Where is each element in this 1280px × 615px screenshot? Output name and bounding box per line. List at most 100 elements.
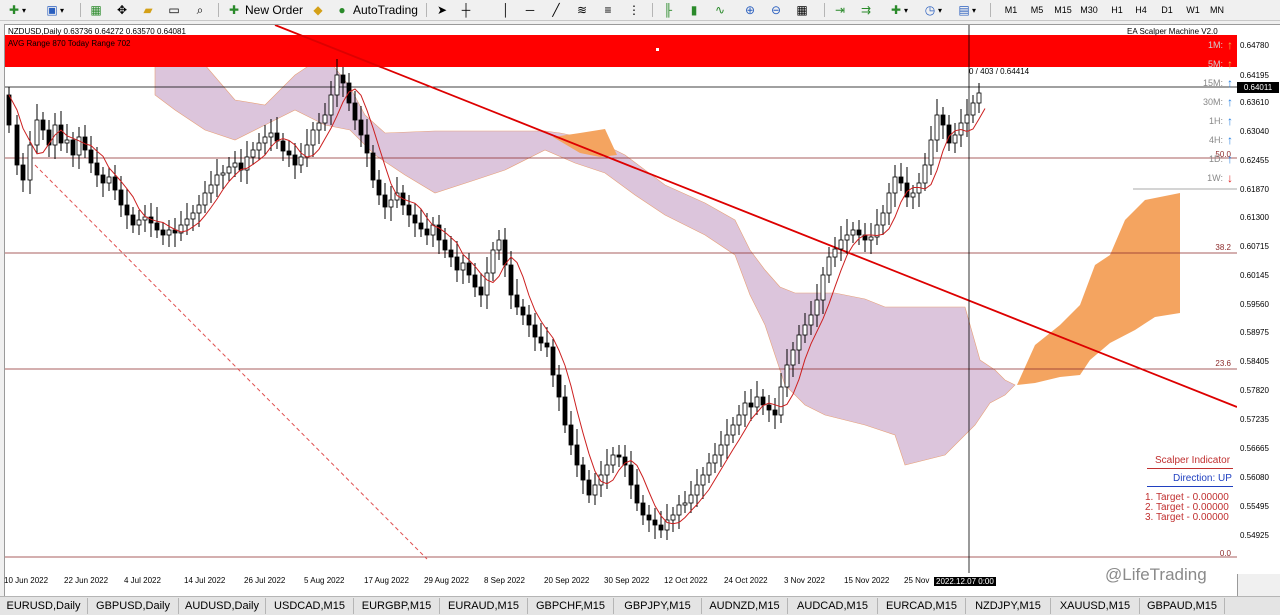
date-tick-label: 10 Jun 2022 [4,576,49,585]
candle-bearish [766,404,772,411]
candle-bearish [508,264,514,296]
date-tick-label: 25 Nov [904,576,930,585]
fibo-fan-tool[interactable]: ⋮ [626,1,642,19]
trendline-icon: ╱ [552,3,560,17]
scalper-divider [1147,468,1233,469]
candle-bearish [20,164,26,181]
templates-button[interactable]: ▤ ▾ [956,1,976,19]
data-window-button[interactable]: ▰ [140,1,156,19]
candle-bullish [334,74,340,96]
candle-bullish [604,464,610,476]
tile-windows-button[interactable]: ▦ [794,1,810,19]
chart-tab[interactable]: GBPUSD,Daily [88,598,179,614]
candle-bullish [214,174,220,186]
candle-bearish [652,519,658,526]
candle-bullish [712,454,718,464]
arrow-up-icon: ↑ [1227,114,1233,128]
chart-tab[interactable]: XAUUSD,M15 [1051,598,1140,614]
autoscroll-button[interactable]: ⇉ [858,1,874,19]
bar-chart-button[interactable]: ╟ [660,1,676,19]
candle-bullish [610,454,616,466]
candle-bullish [718,444,724,456]
fibonacci-tool[interactable]: ≡ [600,1,616,19]
fibo-fan-icon: ⋮ [628,3,640,17]
date-tick-label: 3 Nov 2022 [784,576,825,585]
timeframe-w1[interactable]: W1 [1182,2,1204,18]
price-scale[interactable]: 0.64780 0.64195 0.63610 0.63040 0.62455 0.618… [1237,24,1280,574]
symbol-info: NZDUSD,Daily 0.63736 0.64272 0.63570 0.6… [8,27,186,36]
timeframe-m15[interactable]: M15 [1052,2,1074,18]
timeframe-m30[interactable]: M30 [1078,2,1100,18]
chart-tab[interactable]: GBPCHF,M15 [528,598,614,614]
terminal-button[interactable]: ▭ [166,1,182,19]
candle-bearish [346,82,352,104]
tester-button[interactable]: ⌕ [192,1,208,19]
candle-bearish [640,502,646,516]
candle-chart-button[interactable]: ▮ [686,1,702,19]
cursor-icon: ➤ [436,3,448,17]
candle-bearish [352,102,358,121]
chart-tab[interactable]: GBPAUD,M15 [1140,598,1225,614]
chart-window[interactable]: NZDUSD,Daily 0.63736 0.64272 0.63570 0.6… [4,24,1238,598]
candle-bearish [580,464,586,481]
chart-shift-button[interactable]: ⇥ [832,1,848,19]
crosshair-icon: ┼ [461,3,471,17]
candle-bearish [622,456,628,466]
chart-tab[interactable]: EURCAD,M15 [878,598,966,614]
autotrading-button[interactable]: ● AutoTrading [334,1,418,19]
profiles-button[interactable]: ▣ ▾ [44,1,64,19]
date-tick-label: 17 Aug 2022 [364,576,409,585]
candle-bullish [304,144,310,158]
candle-bullish [184,218,190,226]
chart-tab[interactable]: USDCAD,M15 [266,598,354,614]
indicators-button[interactable]: ✚ ▾ [888,1,908,19]
chart-tab[interactable]: EURUSD,Daily [0,598,88,614]
chart-tab[interactable]: NZDJPY,M15 [966,598,1051,614]
candle-bullish [886,192,892,214]
chart-tab[interactable]: EURGBP,M15 [354,598,440,614]
chart-tab[interactable]: AUDUSD,Daily [179,598,266,614]
chart-tab[interactable]: EURAUD,M15 [440,598,528,614]
crosshair-tool[interactable]: ┼ [458,1,474,19]
market-watch-button[interactable]: ▦ [88,1,104,19]
channel-tool[interactable]: ≋ [574,1,590,19]
chart-tab[interactable]: AUDCAD,M15 [788,598,878,614]
navigator-button[interactable]: ✥ [114,1,130,19]
candle-bullish [328,94,334,116]
timeframe-m1[interactable]: M1 [1000,2,1022,18]
timeframe-h4[interactable]: H4 [1130,2,1152,18]
chart-tab[interactable]: GBPJPY,M15 [614,598,702,614]
zoom-out-button[interactable]: ⊖ [768,1,784,19]
vertical-line-tool[interactable]: │ [498,1,514,19]
candle-bearish [748,402,754,408]
candle-bullish [484,272,490,296]
line-chart-button[interactable]: ∿ [712,1,728,19]
candle-bearish [6,94,12,126]
resistance-zone [5,35,1237,67]
timeframe-mn[interactable]: MN [1206,2,1228,18]
timeframe-m5[interactable]: M5 [1026,2,1048,18]
meta-editor-button[interactable]: ◆ [310,1,326,19]
date-tick-label: 8 Sep 2022 [484,576,525,585]
candle-bullish [196,204,202,214]
candle-bullish [808,314,814,326]
cursor-tool[interactable]: ➤ [434,1,450,19]
timeframe-h1[interactable]: H1 [1106,2,1128,18]
trendline-tool[interactable]: ╱ [548,1,564,19]
horizontal-line-tool[interactable]: ─ [522,1,538,19]
periods-button[interactable]: ◷ ▾ [922,1,942,19]
chart-tab[interactable]: AUDNZD,M15 [702,598,788,614]
candle-bullish [208,184,214,194]
candle-bullish [754,396,760,408]
candle-bullish [226,166,232,174]
timeframe-d1[interactable]: D1 [1156,2,1178,18]
price-tick-label: 0.58405 [1240,357,1269,366]
candle-bearish [472,274,478,288]
new-order-label: New Order [245,3,304,17]
date-tick-label: 5 Aug 2022 [304,576,345,585]
candle-bearish [94,162,100,176]
new-chart-button[interactable]: ✚ ▾ [6,1,26,19]
candle-bullish [850,229,856,236]
new-order-button[interactable]: ✚ New Order [226,1,303,19]
zoom-in-button[interactable]: ⊕ [742,1,758,19]
